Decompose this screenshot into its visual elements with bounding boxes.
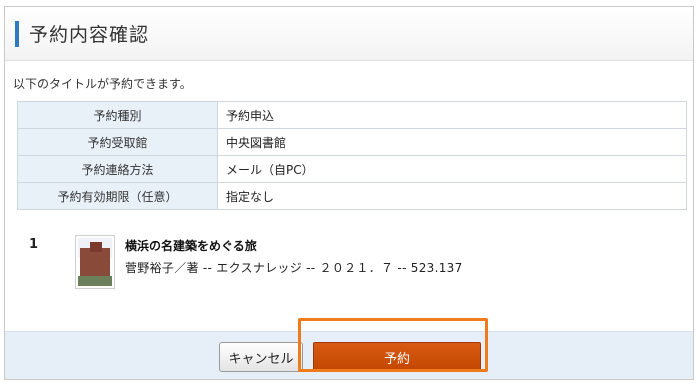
table-row: 予約有効期限（任意） 指定なし	[17, 182, 687, 210]
row-value: 中央図書館	[217, 128, 687, 156]
intro-text: 以下のタイトルが予約できます。	[13, 77, 192, 91]
table-row: 予約受取館 中央図書館	[17, 128, 687, 156]
row-value: 予約申込	[217, 101, 687, 129]
book-title: 横浜の名建築をめぐる旅	[125, 239, 257, 253]
reservation-details-table: 予約種別 予約申込 予約受取館 中央図書館 予約連絡方法 メール（自PC） 予約…	[17, 101, 687, 210]
row-value: メール（自PC）	[217, 155, 687, 183]
page-title: 予約内容確認	[29, 24, 150, 46]
cancel-button[interactable]: キャンセル	[219, 342, 303, 372]
table-row: 予約種別 予約申込	[17, 101, 687, 129]
result-item: 1 横浜の名建築をめぐる旅 菅野裕子／著 -- エクスナレッジ -- ２０２１．…	[25, 233, 685, 293]
title-accent-bar	[15, 20, 19, 47]
result-number: 1	[29, 237, 39, 252]
reserve-button-highlight	[298, 318, 488, 372]
table-row: 予約連絡方法 メール（自PC）	[17, 155, 687, 183]
row-label: 予約受取館	[17, 128, 218, 156]
panel-header: 予約内容確認	[5, 7, 693, 61]
book-meta: 菅野裕子／著 -- エクスナレッジ -- ２０２１．７ -- 523.137	[125, 261, 463, 275]
book-cover-thumbnail	[75, 235, 115, 289]
row-value: 指定なし	[217, 182, 687, 210]
row-label: 予約有効期限（任意）	[17, 182, 218, 210]
row-label: 予約連絡方法	[17, 155, 218, 183]
row-label: 予約種別	[17, 101, 218, 129]
